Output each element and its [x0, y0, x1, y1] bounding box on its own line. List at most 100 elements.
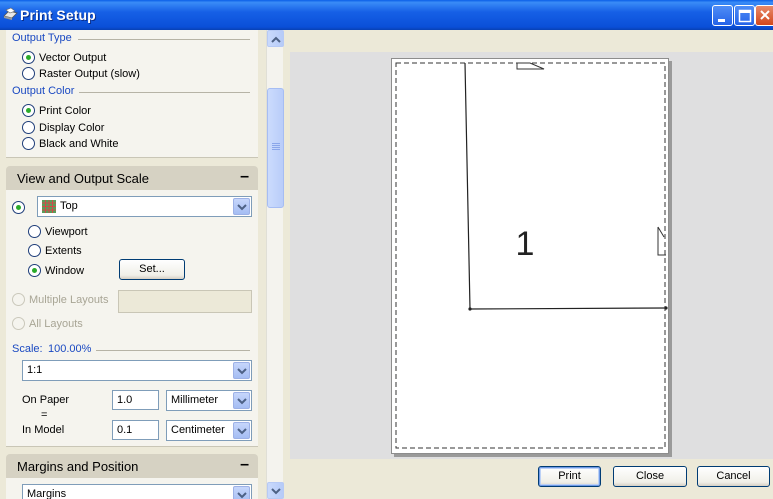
preview-drawing: 1	[395, 62, 668, 449]
multiple-layouts-input	[118, 290, 252, 313]
dropdown-arrow[interactable]	[233, 486, 250, 499]
in-model-label: In Model	[22, 424, 65, 436]
chevron-down-icon	[237, 398, 247, 405]
margins-position-section: Margins	[6, 478, 258, 499]
dropdown-arrow[interactable]	[233, 362, 250, 379]
output-settings-section: Output Type Vector Output Raster Output …	[6, 30, 258, 158]
print-button[interactable]: Print	[538, 466, 601, 487]
window-title: Print Setup	[20, 7, 96, 23]
chevron-down-icon	[237, 368, 247, 375]
scale-select[interactable]: 1:1	[22, 360, 252, 381]
collapse-icon[interactable]: –	[240, 456, 249, 474]
in-model-input[interactable]: 0.1	[112, 420, 159, 440]
radio-label: Viewport	[45, 225, 88, 238]
radio-label: Multiple Layouts	[29, 293, 109, 306]
dropdown-arrow[interactable]	[233, 392, 250, 409]
select-value: Millimeter	[171, 394, 219, 406]
radio-circle[interactable]	[22, 121, 35, 134]
radio-circle	[12, 317, 25, 330]
set-window-button[interactable]: Set...	[119, 259, 185, 280]
section-title: View and Output Scale	[17, 171, 150, 186]
radio-label: Raster Output (slow)	[39, 67, 140, 80]
section-title: Margins and Position	[17, 459, 139, 474]
output-type-title: Output Type	[12, 32, 72, 44]
chevron-down-icon	[237, 204, 247, 211]
cancel-button[interactable]: Cancel	[697, 466, 770, 487]
scale-label: Scale:	[12, 343, 43, 355]
radio-circle	[12, 293, 25, 306]
chevron-down-icon	[271, 488, 281, 495]
radio-label: Display Color	[39, 121, 105, 134]
input-value: 0.1	[117, 424, 133, 436]
radio-circle[interactable]	[22, 67, 35, 80]
settings-scrollbar[interactable]	[266, 30, 284, 499]
scroll-thumb[interactable]	[267, 88, 284, 208]
page-number-label: 1	[516, 225, 535, 263]
radio-circle[interactable]	[28, 225, 41, 238]
printer-app-icon[interactable]	[3, 7, 18, 22]
radio-label: Black and White	[39, 137, 119, 150]
settings-panel: Output Type Vector Output Raster Output …	[0, 30, 266, 499]
on-paper-label: On Paper	[22, 394, 70, 406]
scroll-down-button[interactable]	[267, 482, 284, 499]
select-value: Top	[60, 200, 78, 212]
raster-output-radio[interactable]: Raster Output (slow)	[22, 66, 140, 81]
chevron-up-icon	[271, 36, 281, 43]
radio-circle[interactable]	[28, 244, 41, 257]
scroll-up-button[interactable]	[267, 30, 284, 47]
close-window-button[interactable]	[755, 5, 773, 26]
radio-label: Window	[45, 264, 85, 277]
minimize-icon	[718, 19, 725, 22]
radio-circle[interactable]	[28, 264, 41, 277]
close-icon	[760, 10, 770, 20]
scale-value: 100.00%	[48, 343, 92, 355]
radio-label: Extents	[45, 244, 82, 257]
window-radio[interactable]: Window	[28, 263, 84, 278]
all-layouts-radio: All Layouts	[12, 316, 83, 331]
dropdown-arrow[interactable]	[233, 422, 250, 439]
extents-radio[interactable]: Extents	[28, 243, 82, 258]
display-color-radio[interactable]: Display Color	[22, 120, 104, 135]
maximize-icon	[738, 9, 752, 23]
in-model-unit-select[interactable]: Centimeter	[166, 420, 252, 441]
close-button[interactable]: Close	[613, 466, 687, 487]
title-bar: Print Setup	[0, 0, 773, 30]
radio-circle[interactable]	[22, 104, 35, 117]
divider	[79, 92, 250, 93]
radio-label: Vector Output	[39, 51, 107, 64]
view-output-scale-section: Top Viewport Extents Window Set... Multi…	[6, 190, 258, 447]
chevron-down-icon	[237, 492, 247, 499]
select-value: Centimeter	[171, 424, 225, 436]
input-value: 1.0	[117, 394, 133, 406]
viewport-select[interactable]: Top	[37, 196, 252, 217]
radio-circle[interactable]	[12, 201, 25, 214]
collapse-icon[interactable]: –	[240, 168, 249, 186]
output-color-title: Output Color	[12, 85, 75, 97]
minimize-button[interactable]	[712, 5, 733, 26]
black-and-white-radio[interactable]: Black and White	[22, 136, 118, 151]
dropdown-arrow[interactable]	[233, 198, 250, 215]
divider	[96, 350, 250, 351]
preview-page: 1	[391, 58, 669, 454]
radio-circle[interactable]	[22, 51, 35, 64]
radio-label: Print Color	[39, 104, 91, 117]
viewport-grid-icon	[42, 200, 56, 213]
divider	[78, 39, 250, 40]
vector-output-radio[interactable]: Vector Output	[22, 50, 106, 65]
viewport-select-radio[interactable]	[12, 200, 25, 215]
radio-label: All Layouts	[29, 317, 83, 330]
multiple-layouts-radio: Multiple Layouts	[12, 292, 109, 307]
margins-position-header[interactable]: Margins and Position –	[6, 454, 258, 478]
margins-select[interactable]: Margins	[22, 484, 252, 499]
equals-label: =	[41, 409, 48, 421]
chevron-down-icon	[237, 428, 247, 435]
print-color-radio[interactable]: Print Color	[22, 103, 91, 118]
on-paper-input[interactable]: 1.0	[112, 390, 159, 410]
viewport-radio[interactable]: Viewport	[28, 224, 88, 239]
select-value: Margins	[27, 488, 67, 499]
view-output-scale-header[interactable]: View and Output Scale –	[6, 166, 258, 190]
on-paper-unit-select[interactable]: Millimeter	[166, 390, 252, 411]
maximize-button[interactable]	[734, 5, 755, 26]
select-value: 1:1	[27, 364, 43, 376]
radio-circle[interactable]	[22, 137, 35, 150]
